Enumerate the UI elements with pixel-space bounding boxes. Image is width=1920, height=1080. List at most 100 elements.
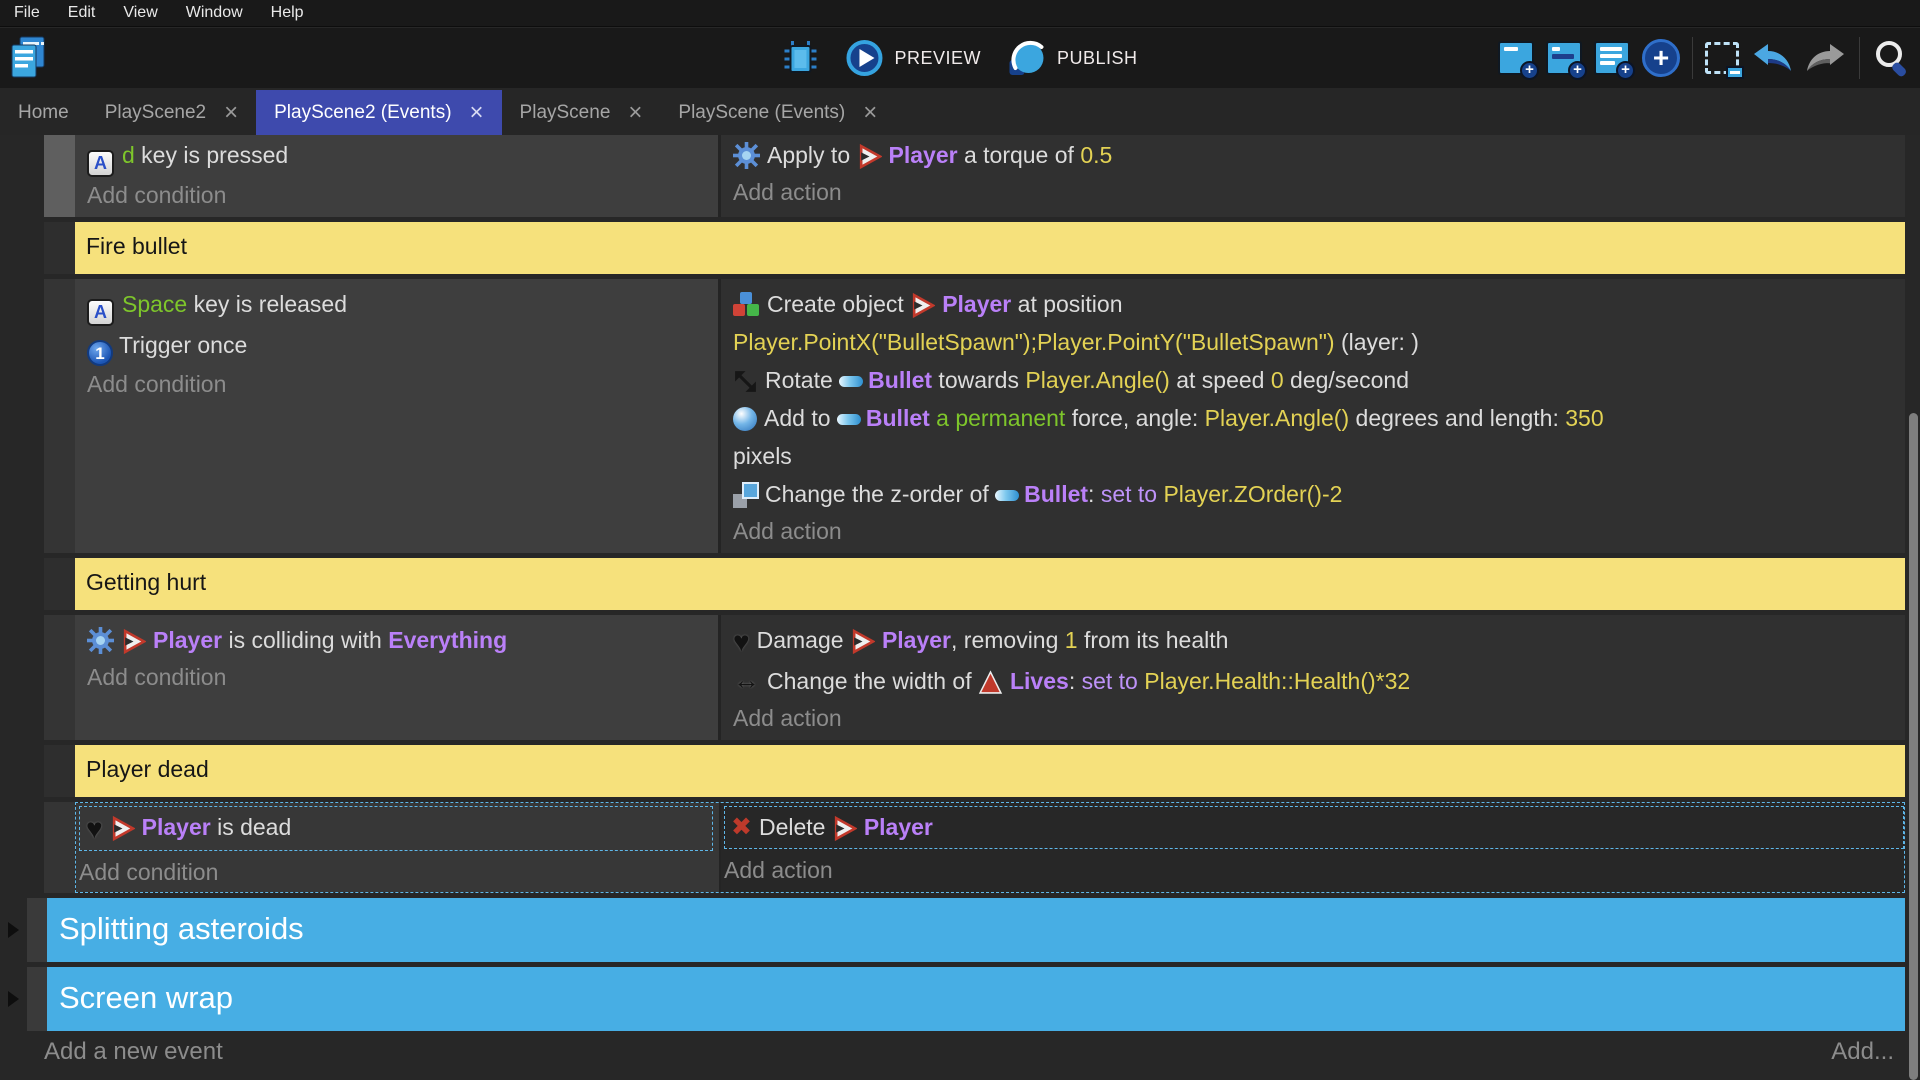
add-action-button[interactable]: Add action — [733, 513, 1895, 549]
event-group-header[interactable]: Splitting asteroids — [47, 898, 1905, 962]
player-object-icon — [910, 293, 935, 318]
event-row: Ad key is pressedAdd conditionApply to P… — [44, 135, 1905, 217]
action[interactable]: ↔Change the width of Lives: set to Playe… — [733, 661, 1895, 700]
search-icon[interactable] — [1872, 38, 1912, 78]
debug-icon[interactable] — [782, 39, 818, 77]
action[interactable]: Change the z-order of Bullet: set to Pla… — [733, 475, 1895, 513]
redo-icon[interactable] — [1805, 42, 1847, 74]
instruction-line: Add to Bullet a permanent force, angle: … — [733, 399, 1895, 437]
comment-fire-bullet[interactable]: Fire bullet — [75, 222, 1905, 274]
row-gutter[interactable] — [44, 615, 75, 740]
close-tab-icon[interactable]: × — [224, 103, 238, 123]
actions-cell[interactable]: ✖Delete PlayerAdd action — [719, 803, 1904, 892]
bullet-object-icon — [839, 376, 863, 387]
tab-playscene2[interactable]: PlayScene2× — [87, 90, 256, 135]
add-condition-button[interactable]: Add condition — [87, 177, 708, 213]
add-action-button[interactable]: Add action — [724, 852, 1904, 888]
tab-playscene-events[interactable]: PlayScene (Events) × — [660, 90, 895, 135]
add-comment-icon[interactable]: + — [1594, 41, 1630, 75]
action[interactable]: ♥Damage Player, removing 1 from its heal… — [733, 621, 1895, 661]
add-event-icon[interactable]: + — [1498, 41, 1534, 75]
undo-icon[interactable] — [1751, 42, 1793, 74]
tab-playscene[interactable]: PlayScene× — [502, 90, 661, 135]
condition[interactable]: ASpace key is released — [87, 285, 708, 326]
instruction-line: 1Trigger once — [87, 326, 708, 366]
player-object-icon — [857, 144, 882, 169]
add-new-event-button[interactable]: Add a new event — [44, 1038, 223, 1066]
gdevelop-window: FileEditViewWindowHelp — [0, 0, 1920, 1080]
add-condition-button[interactable]: Add condition — [79, 854, 713, 890]
actions-cell[interactable]: Create object Player at positionPlayer.P… — [718, 279, 1905, 553]
bullet-object-icon — [837, 414, 861, 425]
instruction-line: Player.PointX("BulletSpawn");Player.Poin… — [733, 323, 1895, 361]
menu-item-view[interactable]: View — [109, 0, 171, 26]
instruction-line: Apply to Player a torque of 0.5 — [733, 136, 1895, 174]
collapse-arrow-icon[interactable] — [8, 922, 19, 938]
comment-player-dead[interactable]: Player dead — [75, 745, 1905, 797]
lives-object-icon — [978, 670, 1003, 695]
instruction-line: ♥Damage Player, removing 1 from its heal… — [733, 621, 1895, 661]
conditions-cell[interactable]: Player is colliding with EverythingAdd c… — [75, 615, 718, 740]
actions-cell[interactable]: ♥Damage Player, removing 1 from its heal… — [718, 615, 1905, 740]
menu-item-window[interactable]: Window — [172, 0, 257, 26]
conditions-cell[interactable]: ♥Player is dead Add condition — [76, 803, 719, 892]
row-gutter[interactable] — [44, 279, 75, 553]
instruction-line: ♥Player is dead — [86, 808, 706, 848]
action[interactable]: Rotate Bullet towards Player.Angle() at … — [733, 361, 1895, 399]
condition[interactable]: 1Trigger once — [87, 326, 708, 366]
vertical-scrollbar[interactable] — [1909, 413, 1918, 1080]
tab-label: PlayScene (Events) — [678, 102, 845, 124]
preview-button[interactable]: PREVIEW — [844, 38, 981, 78]
add-action-button[interactable]: Add action — [733, 174, 1895, 210]
instruction-line: Player is colliding with Everything — [87, 621, 708, 659]
add-condition-button[interactable]: Add condition — [87, 659, 708, 695]
physics-gear-icon — [87, 627, 114, 654]
add-action-button[interactable]: Add action — [733, 700, 1895, 736]
action[interactable]: ✖Delete Player — [724, 806, 1904, 849]
tab-home[interactable]: Home — [0, 90, 87, 135]
events-sheet: Ad key is pressedAdd conditionApply to P… — [0, 135, 1920, 1080]
bullet-object-icon — [995, 490, 1019, 501]
comment-getting-hurt[interactable]: Getting hurt — [75, 558, 1905, 610]
menu-item-edit[interactable]: Edit — [54, 0, 110, 26]
publish-button[interactable]: PUBLISH — [1007, 38, 1138, 78]
add-condition-button[interactable]: Add condition — [87, 366, 708, 402]
row-gutter[interactable] — [44, 745, 75, 797]
menu-item-file[interactable]: File — [0, 0, 54, 26]
menu-item-help[interactable]: Help — [257, 0, 318, 26]
group-row-splitting-asteroids: Splitting asteroids — [27, 898, 1905, 962]
action[interactable]: Apply to Player a torque of 0.5 — [733, 136, 1895, 174]
preview-label: PREVIEW — [894, 48, 981, 69]
player-object-icon — [121, 629, 146, 654]
condition[interactable]: Player is colliding with Everything — [87, 621, 708, 659]
row-gutter[interactable] — [44, 135, 75, 217]
collapse-arrow-icon[interactable] — [8, 991, 19, 1007]
row-gutter[interactable] — [44, 558, 75, 610]
row-gutter[interactable] — [27, 898, 47, 962]
instruction-line: Change the z-order of Bullet: set to Pla… — [733, 475, 1895, 513]
row-gutter[interactable] — [44, 802, 75, 893]
add-circle-icon[interactable]: + — [1642, 39, 1680, 77]
player-object-icon — [832, 816, 857, 841]
event-group-header[interactable]: Screen wrap — [47, 967, 1905, 1031]
row-gutter[interactable] — [44, 222, 75, 274]
close-tab-icon[interactable]: × — [863, 103, 877, 123]
instruction-line: pixels — [733, 437, 1895, 475]
add-more-button[interactable]: Add... — [1831, 1038, 1894, 1066]
toggle-disabled-icon[interactable] — [1705, 42, 1739, 74]
close-tab-icon[interactable]: × — [470, 103, 484, 123]
tab-playscene2-events[interactable]: PlayScene2 (Events)× — [256, 90, 501, 135]
conditions-cell[interactable]: Ad key is pressedAdd condition — [75, 135, 718, 217]
z-order-icon — [733, 482, 759, 508]
player-object-icon — [850, 629, 875, 654]
actions-cell[interactable]: Apply to Player a torque of 0.5Add actio… — [718, 135, 1905, 217]
close-tab-icon[interactable]: × — [628, 103, 642, 123]
row-gutter[interactable] — [27, 967, 47, 1031]
action[interactable]: Create object Player at positionPlayer.P… — [733, 285, 1895, 361]
toolbar-separator-1 — [1692, 37, 1693, 79]
action[interactable]: Add to Bullet a permanent force, angle: … — [733, 399, 1895, 475]
condition[interactable]: ♥Player is dead — [79, 806, 713, 851]
condition[interactable]: Ad key is pressed — [87, 136, 708, 177]
conditions-cell[interactable]: ASpace key is released1Trigger onceAdd c… — [75, 279, 718, 553]
add-subevent-icon[interactable]: + — [1546, 41, 1582, 75]
